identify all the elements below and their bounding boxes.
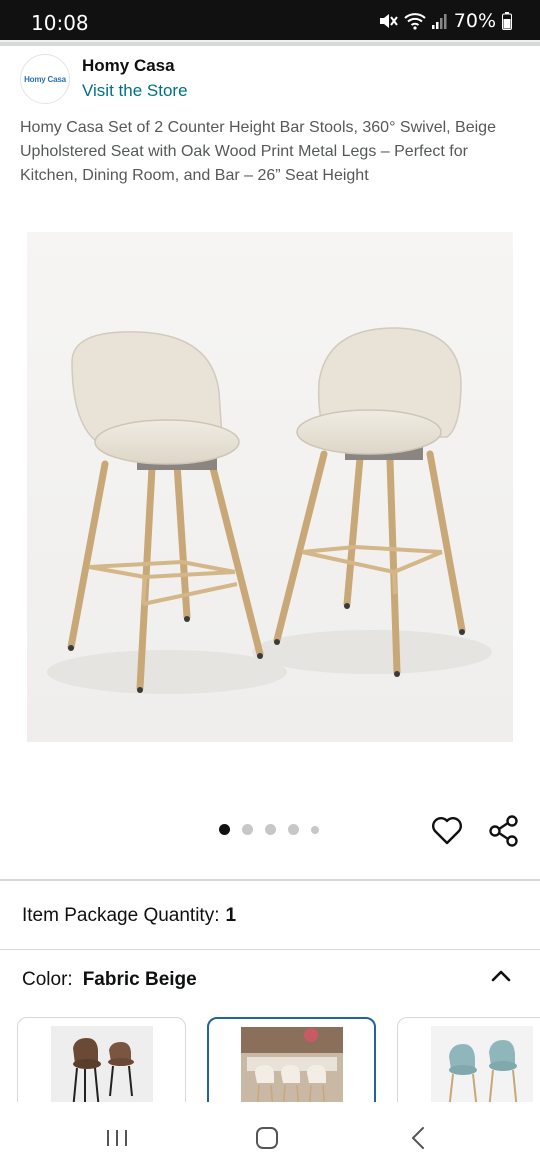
carousel-dot[interactable]	[265, 824, 276, 835]
swatch-thumbnail	[50, 1026, 153, 1110]
back-icon[interactable]	[405, 1124, 433, 1152]
product-title: Homy Casa Set of 2 Counter Height Bar St…	[20, 119, 496, 184]
battery-icon	[502, 12, 512, 30]
package-quantity-value: 1	[225, 905, 237, 926]
signal-icon	[431, 14, 447, 29]
package-quantity-label: Item Package Quantity:	[22, 905, 220, 926]
package-quantity-row: Item Package Quantity: 1	[22, 905, 236, 927]
visit-store-link[interactable]: Visit the Store	[82, 81, 188, 101]
color-row[interactable]: Color: Fabric Beige	[22, 969, 197, 991]
recent-apps-icon[interactable]	[103, 1124, 131, 1152]
seller-logo-text: Homy Casa	[24, 74, 66, 84]
swatch-thumbnail	[430, 1026, 533, 1110]
section-divider	[0, 949, 540, 950]
carousel-dot[interactable]	[242, 824, 253, 835]
section-divider	[0, 879, 540, 881]
heart-icon[interactable]	[430, 814, 464, 848]
status-time: 10:08	[31, 11, 89, 35]
carousel-dot[interactable]	[288, 824, 299, 835]
product-image[interactable]	[27, 232, 513, 742]
home-icon[interactable]	[253, 1124, 281, 1152]
system-nav-bar	[0, 1102, 540, 1170]
swatch-thumbnail	[240, 1027, 343, 1111]
share-icon[interactable]	[487, 814, 521, 848]
seller-row: Homy Casa Homy Casa Visit the Store	[20, 54, 520, 104]
chevron-up-icon[interactable]	[489, 966, 513, 986]
seller-logo[interactable]: Homy Casa	[20, 54, 70, 104]
color-value: Fabric Beige	[82, 969, 197, 990]
status-bar: 10:08 70%	[0, 0, 540, 40]
wifi-icon	[404, 13, 426, 30]
seller-name: Homy Casa	[82, 56, 175, 75]
header-divider-inner	[0, 40, 540, 42]
carousel-dot[interactable]	[219, 824, 230, 835]
status-icons: 70%	[378, 10, 512, 32]
battery-percent: 70%	[453, 10, 496, 32]
carousel-dots	[219, 824, 319, 835]
carousel-dot[interactable]	[311, 825, 319, 834]
color-label: Color:	[22, 969, 73, 990]
bar-stools-illustration	[27, 232, 513, 742]
mute-icon	[379, 14, 398, 28]
